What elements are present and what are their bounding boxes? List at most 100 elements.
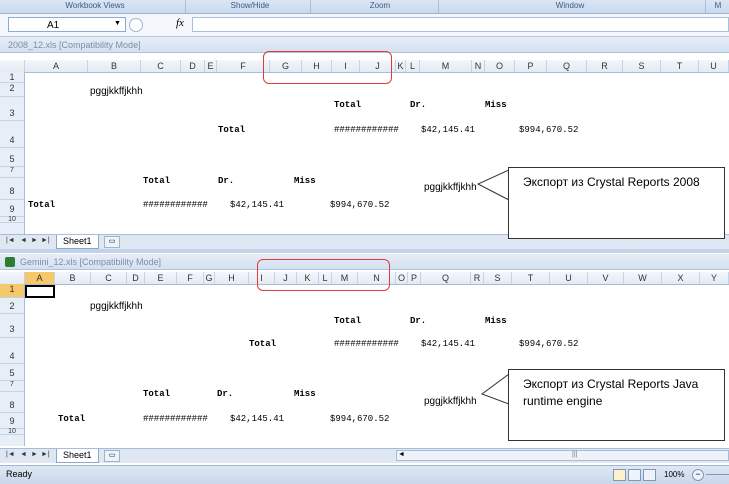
cell-a9[interactable]: Total (58, 414, 85, 424)
zoom-out-icon[interactable]: − (692, 469, 704, 481)
row-9[interactable]: 9 (0, 413, 24, 429)
row-4[interactable]: 4 (0, 121, 24, 148)
col-o[interactable]: O (485, 60, 515, 72)
col-s[interactable]: S (484, 272, 512, 284)
col-r[interactable]: R (471, 272, 484, 284)
cell-total-header[interactable]: Total (334, 100, 361, 110)
active-cell-a1[interactable] (25, 285, 55, 298)
excel-icon[interactable] (5, 257, 15, 267)
col-y[interactable]: Y (700, 272, 729, 284)
col-v[interactable]: V (588, 272, 624, 284)
cell-total-label[interactable]: Total (249, 339, 276, 349)
cell-miss-header[interactable]: Miss (485, 316, 507, 326)
row-2[interactable]: 2 (0, 83, 24, 97)
cell-dr-header-2[interactable]: Dr. (217, 389, 233, 399)
col-t[interactable]: T (661, 60, 699, 72)
col-c[interactable]: C (91, 272, 127, 284)
col-a[interactable]: A (25, 272, 55, 284)
col-o[interactable]: O (396, 272, 408, 284)
cell-dr-header-2[interactable]: Dr. (218, 176, 234, 186)
col-p[interactable]: P (408, 272, 421, 284)
insert-function-icon[interactable]: fx (176, 17, 184, 29)
formula-input[interactable] (192, 17, 729, 32)
col-l[interactable]: L (406, 60, 420, 72)
prev-sheet-icon[interactable]: ◄ (20, 451, 27, 458)
scroll-left-icon[interactable]: ◄ (398, 451, 405, 458)
cell-pggj-2[interactable]: pggjkkffjkhh (424, 182, 477, 193)
row-7[interactable]: 7 (0, 167, 24, 178)
cell-dr-value-2[interactable]: $42,145.41 (230, 200, 284, 210)
cell-miss-value[interactable]: $994,670.52 (519, 125, 578, 135)
cell-miss-value-2[interactable]: $994,670.52 (330, 414, 389, 424)
col-q[interactable]: Q (547, 60, 587, 72)
row-5[interactable]: 5 (0, 364, 24, 381)
cell-miss-header-2[interactable]: Miss (294, 176, 316, 186)
select-all-corner[interactable] (0, 60, 25, 72)
col-b[interactable]: B (55, 272, 91, 284)
col-g[interactable]: G (204, 272, 215, 284)
col-n[interactable]: N (472, 60, 485, 72)
zoom-level[interactable]: 100% (664, 470, 684, 479)
insert-sheet-icon[interactable]: ▭ (104, 236, 120, 248)
first-sheet-icon[interactable]: |◄ (6, 451, 15, 458)
cell-dr-value[interactable]: $42,145.41 (421, 339, 475, 349)
row-9[interactable]: 9 (0, 200, 24, 217)
cell-dr-header[interactable]: Dr. (410, 100, 426, 110)
last-sheet-icon[interactable]: ►| (41, 237, 50, 244)
cell-dr-value[interactable]: $42,145.41 (421, 125, 475, 135)
col-a[interactable]: A (25, 60, 88, 72)
group-show-hide[interactable]: Show/Hide (210, 1, 290, 10)
name-box[interactable]: A1 (8, 17, 126, 32)
col-s[interactable]: S (623, 60, 661, 72)
scroll-thumb-grip-icon[interactable]: ||| (572, 451, 577, 458)
page-layout-view-icon[interactable] (628, 469, 641, 481)
cell-hash[interactable]: ############ (334, 125, 399, 135)
chevron-down-icon[interactable]: ▼ (114, 20, 121, 27)
cell-a9[interactable]: Total (28, 200, 55, 210)
cell-b2[interactable]: pggjkkffjkhh (90, 301, 143, 312)
col-h[interactable]: H (215, 272, 249, 284)
col-q[interactable]: Q (421, 272, 471, 284)
select-all-corner[interactable] (0, 272, 25, 284)
col-e[interactable]: E (205, 60, 217, 72)
insert-sheet-icon[interactable]: ▭ (104, 450, 120, 462)
cell-total-header[interactable]: Total (334, 316, 361, 326)
sheet-tab-sheet1[interactable]: Sheet1 (56, 235, 99, 249)
row-8[interactable]: 8 (0, 392, 24, 413)
col-t[interactable]: T (512, 272, 550, 284)
row-10[interactable]: 10 (0, 216, 24, 223)
row-4[interactable]: 4 (0, 338, 24, 364)
cell-b2[interactable]: pggjkkffjkhh (90, 86, 143, 97)
row-8[interactable]: 8 (0, 178, 24, 200)
normal-view-icon[interactable] (613, 469, 626, 481)
cell-total-header-2[interactable]: Total (143, 176, 170, 186)
row-7[interactable]: 7 (0, 381, 24, 392)
cell-dr-value-2[interactable]: $42,145.41 (230, 414, 284, 424)
col-u[interactable]: U (550, 272, 588, 284)
cell-miss-header-2[interactable]: Miss (294, 389, 316, 399)
group-macros[interactable]: M (708, 1, 728, 10)
row-3[interactable]: 3 (0, 314, 24, 338)
cell-pggj-2[interactable]: pggjkkffjkhh (424, 396, 477, 407)
cell-hash[interactable]: ############ (334, 339, 399, 349)
group-window[interactable]: Window (520, 1, 620, 10)
cell-hash-2[interactable]: ############ (143, 200, 208, 210)
sheet-tab-sheet1[interactable]: Sheet1 (56, 449, 99, 463)
col-w[interactable]: W (624, 272, 662, 284)
row-10[interactable]: 10 (0, 428, 24, 435)
row-1[interactable]: 1 (0, 72, 24, 83)
col-d[interactable]: D (127, 272, 145, 284)
cell-miss-header[interactable]: Miss (485, 100, 507, 110)
zoom-slider[interactable] (706, 474, 729, 475)
page-break-view-icon[interactable] (643, 469, 656, 481)
col-k[interactable]: K (396, 60, 406, 72)
expand-icon[interactable] (129, 18, 143, 32)
row-5[interactable]: 5 (0, 148, 24, 167)
col-m[interactable]: M (420, 60, 472, 72)
first-sheet-icon[interactable]: |◄ (6, 237, 15, 244)
cell-miss-value[interactable]: $994,670.52 (519, 339, 578, 349)
cell-dr-header[interactable]: Dr. (410, 316, 426, 326)
group-zoom[interactable]: Zoom (340, 1, 420, 10)
col-f[interactable]: F (177, 272, 204, 284)
next-sheet-icon[interactable]: ► (31, 451, 38, 458)
